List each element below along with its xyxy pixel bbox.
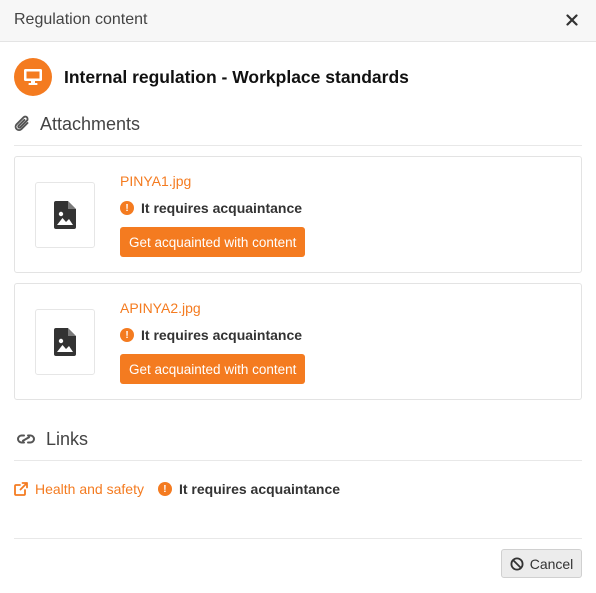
close-button[interactable]: [562, 10, 582, 30]
attachment-card: APINYA2.jpg ! It requires acquaintance G…: [14, 283, 582, 400]
links-heading-label: Links: [46, 428, 89, 449]
attachment-status: ! It requires acquaintance: [120, 200, 302, 216]
attachment-file-name[interactable]: APINYA2.jpg: [120, 300, 201, 316]
attachment-file-name[interactable]: PINYA1.jpg: [120, 173, 191, 189]
attachments-divider: [14, 145, 582, 146]
attachment-card: PINYA1.jpg ! It requires acquaintance Ge…: [14, 156, 582, 273]
external-link-icon[interactable]: [14, 482, 28, 496]
cancel-button-label: Cancel: [529, 555, 574, 572]
get-acquainted-button[interactable]: Get acquainted with content: [120, 354, 306, 384]
link-status: ! It requires acquaintance: [157, 481, 341, 497]
attachment-status-text: It requires acquaintance: [141, 200, 303, 216]
monitor-icon: [14, 58, 52, 96]
dialog-header: Regulation content: [0, 0, 596, 42]
links-divider: [14, 460, 582, 461]
ban-icon: [510, 557, 524, 570]
cancel-button[interactable]: Cancel: [501, 549, 582, 578]
attachment-thumbnail[interactable]: [35, 182, 95, 248]
link-health-and-safety[interactable]: Health and safety: [35, 481, 144, 497]
get-acquainted-button[interactable]: Get acquainted with content: [120, 227, 306, 257]
link-status-text: It requires acquaintance: [178, 481, 341, 497]
attachment-status: ! It requires acquaintance: [120, 327, 302, 343]
close-icon[interactable]: [566, 14, 578, 26]
paperclip-icon: [14, 115, 29, 131]
links-heading: Links: [14, 427, 88, 451]
dialog-title: Regulation content: [14, 11, 148, 28]
regulation-title: Internal regulation - Workplace standard…: [64, 66, 409, 87]
image-file-icon: [54, 201, 76, 229]
attachment-thumbnail[interactable]: [35, 309, 95, 375]
link-icon: [17, 434, 35, 444]
link-item: Health and safety ! It requires acquaint…: [14, 480, 340, 498]
exclamation-icon: !: [120, 328, 134, 342]
attachments-heading: Attachments: [14, 112, 140, 136]
regulation-header: Internal regulation - Workplace standard…: [14, 58, 409, 96]
footer-divider: [14, 538, 582, 539]
attachments-heading-label: Attachments: [40, 113, 141, 134]
exclamation-icon: !: [120, 201, 134, 215]
image-file-icon: [54, 328, 76, 356]
attachment-status-text: It requires acquaintance: [141, 327, 303, 343]
exclamation-icon: !: [157, 482, 172, 496]
